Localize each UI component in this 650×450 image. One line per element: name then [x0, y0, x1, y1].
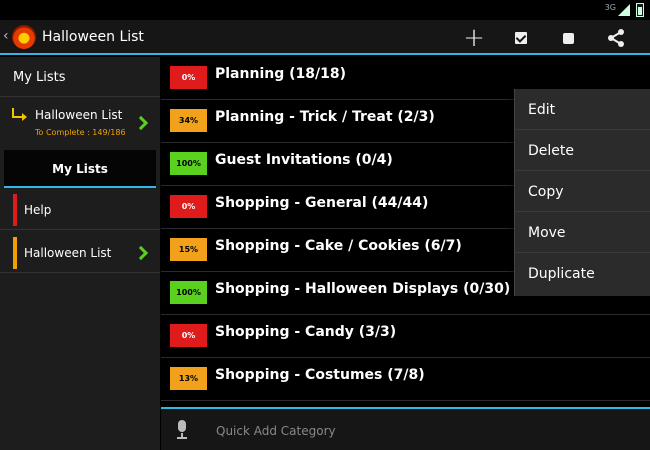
sidebar-item-halloween-list[interactable]: Halloween List — [0, 233, 160, 273]
action-bar: ‹ Halloween List + — [0, 20, 650, 55]
menu-item-label: Move — [528, 225, 566, 241]
tab-my-lists[interactable]: My Lists — [4, 150, 156, 188]
menu-item-label: Delete — [528, 143, 574, 159]
chevron-right-icon — [133, 245, 149, 261]
list-item[interactable]: 13% Shopping - Costumes (7/8) — [161, 358, 650, 401]
network-type: 3G — [604, 3, 616, 12]
share-icon[interactable] — [604, 26, 628, 50]
category-label: Shopping - Cake / Cookies (6/7) — [215, 238, 462, 254]
percent-badge: 0% — [170, 66, 207, 89]
category-label: Planning (18/18) — [215, 66, 346, 82]
menu-item-delete[interactable]: Delete — [515, 130, 650, 171]
category-label: Shopping - Candy (3/3) — [215, 324, 397, 340]
chevron-right-icon — [133, 115, 149, 131]
percent-badge: 0% — [170, 195, 207, 218]
sidebar-item-label: Help — [24, 203, 52, 217]
quick-add-bar — [161, 407, 650, 450]
app-title: Halloween List — [42, 29, 144, 45]
category-label: Guest Invitations (0/4) — [215, 152, 393, 168]
menu-item-copy[interactable]: Copy — [515, 171, 650, 212]
app-logo-icon[interactable] — [12, 25, 36, 49]
percent-badge: 13% — [170, 367, 207, 390]
category-label: Shopping - Costumes (7/8) — [215, 367, 425, 383]
percent-badge: 34% — [170, 109, 207, 132]
back-icon[interactable]: ‹ — [3, 28, 9, 44]
menu-item-label: Duplicate — [528, 266, 595, 282]
sidebar-item-help[interactable]: Help — [0, 190, 160, 230]
percent-badge: 0% — [170, 324, 207, 347]
microphone-icon[interactable] — [177, 420, 187, 440]
percent-badge: 100% — [170, 152, 207, 175]
quick-add-input[interactable] — [216, 420, 636, 442]
current-list-name: Halloween List — [35, 108, 123, 122]
context-menu: Edit Delete Copy Move Duplicate — [514, 89, 650, 296]
menu-item-label: Copy — [528, 184, 564, 200]
percent-badge: 100% — [170, 281, 207, 304]
color-bar — [13, 194, 17, 226]
current-list[interactable]: Halloween List To Complete : 149/186 — [0, 98, 160, 148]
signal-icon — [618, 4, 630, 16]
category-label: Planning - Trick / Treat (2/3) — [215, 109, 435, 125]
menu-item-edit[interactable]: Edit — [515, 89, 650, 130]
menu-item-duplicate[interactable]: Duplicate — [515, 253, 650, 294]
status-bar: 3G — [0, 0, 650, 20]
sidebar-header-label: My Lists — [13, 70, 66, 85]
sidebar-item-label: Halloween List — [24, 246, 112, 260]
category-label: Shopping - Halloween Displays (0/30) — [215, 281, 511, 297]
percent-badge: 15% — [170, 238, 207, 261]
subitem-arrow-icon — [12, 108, 27, 121]
list-item[interactable]: 0% Shopping - Candy (3/3) — [161, 315, 650, 358]
menu-item-move[interactable]: Move — [515, 212, 650, 253]
menu-item-label: Edit — [528, 102, 556, 118]
tab-my-lists-label: My Lists — [52, 162, 108, 176]
checkbox-icon[interactable] — [509, 26, 533, 50]
add-icon[interactable]: + — [462, 25, 486, 51]
current-list-progress: To Complete : 149/186 — [35, 128, 126, 137]
sidebar: My Lists Halloween List To Complete : 14… — [0, 57, 160, 450]
stop-icon[interactable] — [556, 26, 580, 50]
color-bar — [13, 237, 17, 269]
category-label: Shopping - General (44/44) — [215, 195, 429, 211]
battery-icon — [636, 3, 644, 17]
sidebar-header[interactable]: My Lists — [0, 57, 160, 97]
